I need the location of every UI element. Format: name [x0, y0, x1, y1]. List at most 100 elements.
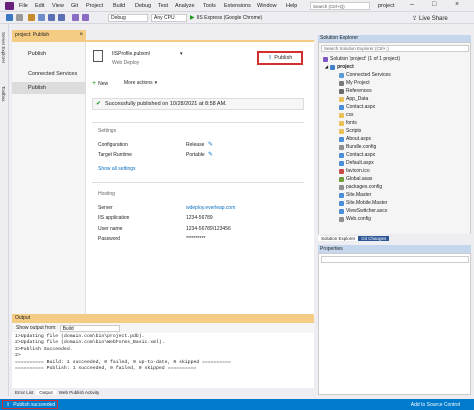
tree-item[interactable]: css — [339, 111, 354, 119]
menu-debug[interactable]: Debug — [135, 3, 151, 9]
tree-item[interactable]: Bundle.config — [339, 143, 376, 151]
output-source-select[interactable]: Build — [59, 324, 120, 332]
asax-file-icon — [339, 176, 344, 182]
tab-web-publish-activity[interactable]: Web Publish Activity — [56, 390, 102, 395]
menu-extensions[interactable]: Extensions — [224, 3, 251, 9]
iis-application-value: 1234-56789 — [186, 215, 213, 221]
minimize-icon[interactable]: – — [410, 1, 414, 8]
tree-item-label: Global.asax — [346, 176, 373, 182]
configuration-label: Configuration — [98, 142, 128, 148]
tree-item-label: App_Data — [346, 96, 369, 102]
solution-label: Solution 'project' (1 of 1 project) — [330, 56, 400, 62]
tree-item[interactable]: Web.config — [339, 215, 371, 223]
menu-project[interactable]: Project — [86, 3, 103, 9]
status-bar: ⇪ Publish succeeded Add to Source Contro… — [0, 399, 474, 410]
tab-error-list[interactable]: Error List — [12, 390, 36, 395]
tab-output[interactable]: Output — [36, 389, 56, 395]
platform-select[interactable]: Any CPU — [151, 14, 187, 22]
document-tab[interactable]: project: Publish × — [12, 30, 86, 40]
plus-icon: + — [92, 80, 97, 87]
tree-item[interactable]: Site.Master — [339, 191, 371, 199]
menu-help[interactable]: Help — [286, 3, 297, 9]
forward-icon[interactable] — [16, 14, 23, 21]
menu-file[interactable]: File — [19, 3, 28, 9]
close-icon[interactable]: × — [455, 1, 459, 8]
nav-connected-services[interactable]: Connected Services — [12, 68, 86, 80]
redo-icon[interactable] — [82, 14, 89, 21]
edit-configuration-icon[interactable]: ✎ — [208, 141, 213, 148]
output-tabs: Error List Output Web Publish Activity — [12, 388, 314, 396]
tree-item[interactable]: Connected Services — [339, 71, 391, 79]
undo-icon[interactable] — [72, 14, 79, 21]
tree-item[interactable]: favicon.ico — [339, 167, 370, 175]
tree-item[interactable]: Contact.aspx — [339, 103, 375, 111]
tree-item[interactable]: References — [339, 87, 372, 95]
tree-item[interactable]: ViewSwitcher.ascx — [339, 207, 387, 215]
menu-git[interactable]: Git — [71, 3, 78, 9]
tree-item[interactable]: Contact.aspx — [339, 151, 375, 159]
ico-file-icon — [339, 168, 344, 174]
more-actions-button[interactable]: More actions ▾ — [124, 80, 157, 86]
back-icon[interactable] — [6, 14, 13, 21]
search-input[interactable]: Search (Ctrl+Q) — [310, 2, 370, 10]
live-share-button[interactable]: ⇪ Live Share — [412, 15, 448, 23]
new-profile-button[interactable]: + New — [92, 80, 108, 87]
tree-item[interactable]: My Project — [339, 79, 370, 87]
show-output-from-label: Show output from: — [16, 325, 57, 331]
tree-item[interactable]: App_Data — [339, 95, 368, 103]
menu-build[interactable]: Build — [113, 3, 125, 9]
menu-view[interactable]: View — [52, 3, 64, 9]
project-node[interactable]: ◢ project — [325, 63, 354, 71]
solution-node[interactable]: Solution 'project' (1 of 1 project) — [323, 55, 400, 63]
profile-file-name: IISProfile.pubxml — [112, 51, 150, 57]
project-icon — [330, 64, 336, 70]
profile-file-icon — [93, 50, 103, 62]
open-icon[interactable] — [38, 14, 45, 21]
ascx-file-icon — [339, 208, 344, 214]
publish-button[interactable]: ⇪ Publish — [257, 51, 303, 65]
server-value[interactable]: wdeploy.everleap.com — [186, 205, 235, 211]
edit-runtime-icon[interactable]: ✎ — [208, 151, 213, 158]
config-file-icon — [339, 216, 344, 222]
tree-item[interactable]: packages.config — [339, 183, 382, 191]
tab-solution-explorer[interactable]: Solution Explorer — [318, 235, 359, 241]
menu-edit[interactable]: Edit — [35, 3, 44, 9]
tree-item[interactable]: Scripts — [339, 127, 361, 135]
solution-explorer-title: Solution Explorer — [320, 35, 359, 41]
menu-window[interactable]: Window — [257, 3, 277, 9]
run-button[interactable]: ▶ IIS Express (Google Chrome) — [190, 14, 262, 22]
success-banner: ✔ Successfully published on 10/28/2021 a… — [92, 98, 304, 110]
solution-search-input[interactable]: Search Solution Explorer (Ctrl+;) — [321, 45, 469, 52]
tree-item[interactable]: fonts — [339, 119, 357, 127]
tree-item[interactable]: About.aspx — [339, 135, 371, 143]
properties-object-select[interactable] — [321, 256, 469, 263]
master-file-icon — [339, 200, 344, 206]
tree-item[interactable]: Global.asax — [339, 175, 372, 183]
maximize-icon[interactable]: □ — [432, 1, 436, 8]
show-all-settings-link[interactable]: Show all settings — [98, 166, 136, 172]
add-to-source-control-button[interactable]: Add to Source Control — [411, 402, 460, 408]
menu-test[interactable]: Test — [158, 3, 168, 9]
server-explorer-tab[interactable]: Server Explorer — [1, 32, 6, 63]
more-actions-label: More actions — [124, 80, 153, 86]
nav-publish-active[interactable]: Publish — [12, 82, 86, 94]
tree-item[interactable]: Default.aspx — [339, 159, 374, 167]
solution-icon — [323, 56, 328, 62]
save-icon[interactable] — [48, 14, 55, 21]
tree-item[interactable]: Site.Mobile.Master — [339, 199, 387, 207]
tree-item-label: Bundle.config — [346, 144, 377, 150]
dropdown-chevron-icon[interactable]: ▾ — [180, 51, 183, 57]
solution-explorer-header: Solution Explorer — [318, 35, 471, 42]
toolbox-tab[interactable]: Toolbox — [1, 86, 6, 102]
menu-analyze[interactable]: Analyze — [175, 3, 195, 9]
config-select[interactable]: Debug — [108, 14, 148, 22]
nav-publish[interactable]: Publish — [12, 48, 86, 60]
menu-tools[interactable]: Tools — [203, 3, 216, 9]
new-project-icon[interactable] — [28, 14, 35, 21]
server-label: Server — [98, 205, 113, 211]
save-all-icon[interactable] — [58, 14, 65, 21]
folder-icon — [339, 120, 344, 126]
tab-git-changes[interactable]: Git Changes — [358, 235, 390, 241]
tree-item-label: About.aspx — [346, 136, 372, 142]
close-tab-icon[interactable]: × — [79, 30, 83, 40]
